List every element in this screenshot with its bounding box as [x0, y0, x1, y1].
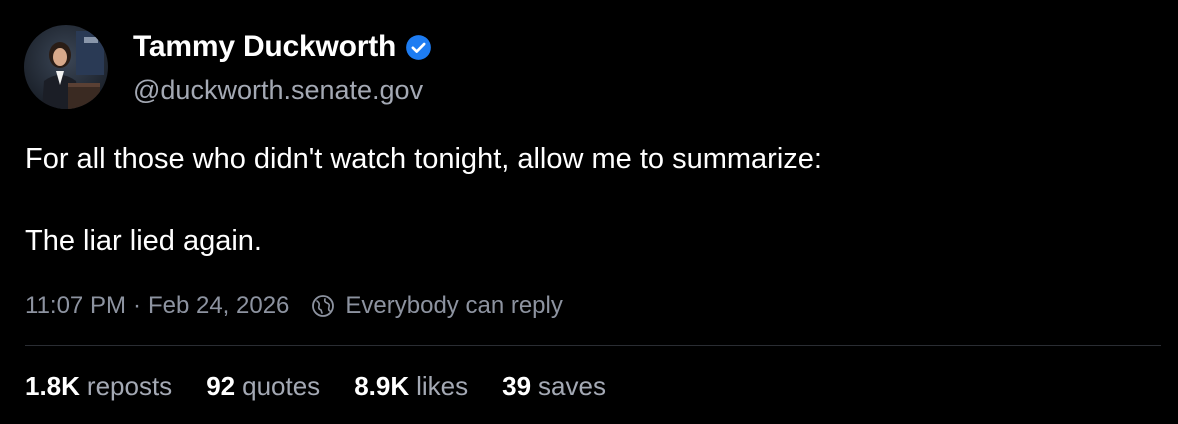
- handle[interactable]: @duckworth.senate.gov: [133, 75, 432, 106]
- quotes-count: 92: [206, 370, 236, 401]
- reposts-count: 1.8K: [25, 370, 80, 401]
- reply-setting[interactable]: Everybody can reply: [345, 292, 562, 320]
- saves-stat[interactable]: 39 saves: [502, 371, 606, 402]
- saves-count: 39: [502, 370, 532, 401]
- likes-label: likes: [416, 370, 469, 401]
- avatar-image: [24, 25, 108, 109]
- post-text-line: For all those who didn't watch tonight, …: [25, 143, 822, 175]
- quotes-stat[interactable]: 92 quotes: [206, 371, 320, 402]
- post-date[interactable]: Feb 24, 2026: [148, 292, 289, 320]
- post-card: Tammy Duckworth @duckworth.senate.gov Fo…: [0, 0, 1178, 424]
- likes-count: 8.9K: [354, 370, 410, 401]
- post-time[interactable]: 11:07 PM: [25, 292, 126, 320]
- divider: [25, 345, 1161, 346]
- post-text: For all those who didn't watch tonight, …: [25, 138, 1145, 262]
- meta-separator: ·: [132, 292, 141, 319]
- globe-icon: [311, 294, 335, 318]
- engagement-stats: 1.8K reposts 92 quotes 8.9K likes 39 saves: [25, 368, 640, 404]
- post-text-line: The liar lied again.: [25, 225, 262, 257]
- author-block: Tammy Duckworth @duckworth.senate.gov: [133, 28, 432, 106]
- reposts-label: reposts: [86, 370, 173, 401]
- verified-badge-icon: [405, 34, 432, 61]
- saves-label: saves: [538, 370, 606, 401]
- avatar[interactable]: [24, 25, 108, 109]
- quotes-label: quotes: [242, 370, 321, 401]
- display-name[interactable]: Tammy Duckworth: [133, 30, 396, 64]
- likes-stat[interactable]: 8.9K likes: [354, 371, 468, 402]
- reposts-stat[interactable]: 1.8K reposts: [25, 371, 172, 402]
- name-row: Tammy Duckworth: [133, 28, 432, 66]
- post-meta: 11:07 PM · Feb 24, 2026 Everybody can re…: [25, 289, 563, 323]
